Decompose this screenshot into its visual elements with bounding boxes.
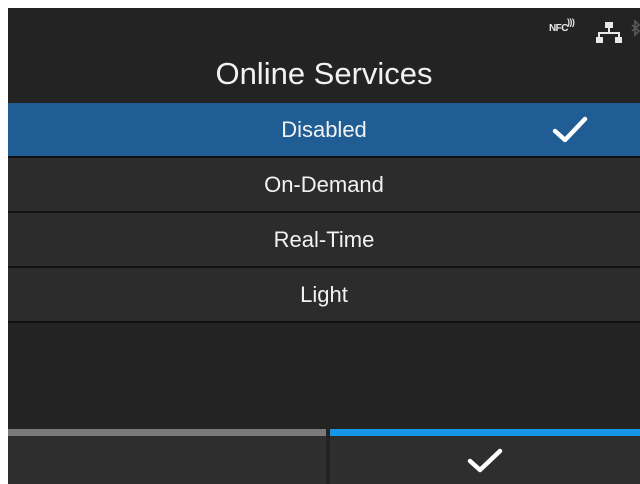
selected-check-icon <box>552 116 588 143</box>
option-on-demand[interactable]: On-Demand <box>8 158 640 213</box>
option-label: Real-Time <box>273 227 375 252</box>
confirm-softkey[interactable] <box>330 429 640 484</box>
option-real-time[interactable]: Real-Time <box>8 213 640 268</box>
softkey-bar <box>8 429 640 484</box>
nfc-waves-icon: ))) <box>566 17 575 27</box>
checkmark-icon <box>467 448 503 473</box>
network-icon <box>596 22 622 43</box>
option-label: Light <box>300 282 348 307</box>
bluetooth-icon <box>631 20 640 37</box>
printer-display: NFC ))) Online Services Disabled On-Dema… <box>8 8 640 484</box>
nfc-label: NFC <box>548 23 569 34</box>
status-bar: NFC ))) <box>440 8 640 52</box>
nfc-icon: NFC ))) <box>548 17 575 34</box>
option-light[interactable]: Light <box>8 268 640 323</box>
options-list: Disabled On-Demand Real-Time Light <box>8 103 640 323</box>
option-disabled[interactable]: Disabled <box>8 103 640 158</box>
option-label: Disabled <box>281 117 367 142</box>
option-label: On-Demand <box>264 172 384 197</box>
page-title: Online Services <box>215 56 433 91</box>
back-softkey[interactable] <box>8 429 326 484</box>
